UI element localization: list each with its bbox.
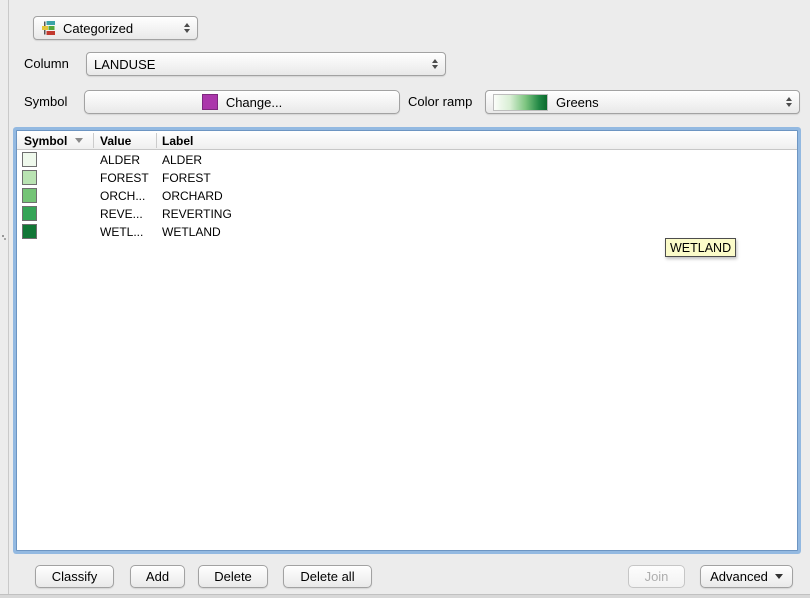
combo-arrows-icon [178,23,190,33]
column-resize-handle[interactable] [156,133,157,148]
classify-button[interactable]: Classify [35,565,114,588]
column-label: Column [24,52,69,76]
dropdown-arrow-icon [775,574,783,579]
advanced-button-label: Advanced [710,569,768,584]
category-value[interactable]: ALDER [100,151,140,169]
column-resize-handle[interactable] [93,133,94,148]
panel-splitter[interactable] [8,0,9,598]
combo-arrows-icon [780,97,792,107]
category-symbol-swatch[interactable] [22,224,37,239]
symbol-label: Symbol [24,90,67,114]
table-row[interactable]: REVE... REVERTING [17,205,797,223]
advanced-button[interactable]: Advanced [700,565,793,588]
column-select-value: LANDUSE [94,57,155,72]
category-symbol-swatch[interactable] [22,152,37,167]
category-label[interactable]: WETLAND [162,223,221,241]
splitter-grip-icon[interactable] [1,234,7,242]
categories-table-header: Symbol Value Label [17,131,797,150]
join-button: Join [628,565,685,588]
category-symbol-swatch[interactable] [22,170,37,185]
tooltip: WETLAND [665,238,736,257]
category-label[interactable]: FOREST [162,169,211,187]
panel-bottom-edge [0,594,810,598]
categorized-renderer-icon [41,20,57,36]
category-symbol-swatch[interactable] [22,206,37,221]
delete-button[interactable]: Delete [198,565,268,588]
category-label[interactable]: ORCHARD [162,187,223,205]
symbol-change-button[interactable]: Change... [84,90,400,114]
category-label[interactable]: ALDER [162,151,202,169]
delete-all-button[interactable]: Delete all [283,565,372,588]
symbol-change-button-label: Change... [226,95,282,110]
color-ramp-select-value: Greens [556,95,599,110]
renderer-select[interactable]: Categorized [33,16,198,40]
category-value[interactable]: REVE... [100,205,143,223]
column-select[interactable]: LANDUSE [86,52,446,76]
layer-style-panel: Categorized Column LANDUSE Symbol Change… [0,0,810,598]
table-row[interactable]: ORCH... ORCHARD [17,187,797,205]
table-row[interactable]: FOREST FOREST [17,169,797,187]
renderer-select-value: Categorized [63,21,133,36]
category-value[interactable]: WETL... [100,223,143,241]
category-value[interactable]: FOREST [100,169,149,187]
category-label[interactable]: REVERTING [162,205,232,223]
sort-descending-icon [75,138,83,143]
header-symbol[interactable]: Symbol [24,131,83,150]
header-label[interactable]: Label [162,131,193,150]
combo-arrows-icon [426,59,438,69]
color-ramp-select[interactable]: Greens [485,90,800,114]
color-ramp-label: Color ramp [408,90,472,114]
category-symbol-swatch[interactable] [22,188,37,203]
categories-table[interactable]: Symbol Value Label ALDER ALDER FOREST FO… [16,130,798,551]
category-value[interactable]: ORCH... [100,187,145,205]
add-button[interactable]: Add [130,565,185,588]
symbol-preview-swatch [202,94,218,110]
header-value[interactable]: Value [100,131,131,150]
color-ramp-preview-swatch [493,94,548,111]
table-row[interactable]: ALDER ALDER [17,151,797,169]
